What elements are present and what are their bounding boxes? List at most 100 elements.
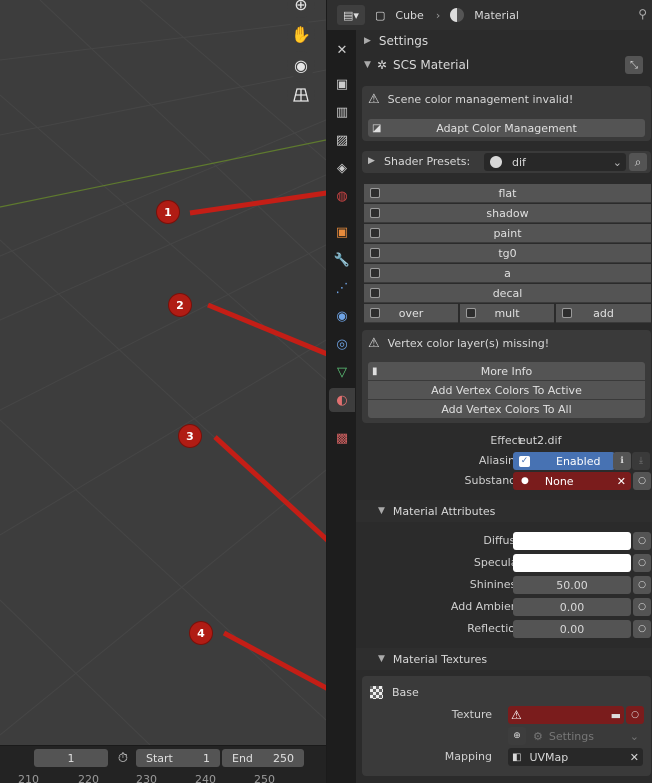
expand-arrow-icon[interactable]: ▶	[368, 156, 375, 166]
shininess-label: Shininess	[469, 578, 522, 591]
blend-over[interactable]: over	[364, 304, 458, 323]
scene-tab-icon[interactable]: ◈	[329, 156, 355, 180]
effect-value: eut2.dif	[519, 434, 562, 447]
keyframe-dot-icon[interactable]: ○	[633, 532, 651, 550]
view-layer-tab-icon[interactable]: ▨	[329, 128, 355, 152]
material-name[interactable]: Material	[474, 9, 519, 22]
shader-presets-row: ▶ Shader Presets: dif ⌄ ⌕	[362, 151, 651, 173]
flavor-shadow[interactable]: shadow	[364, 204, 651, 223]
scs-material-panel-header[interactable]: ▼ ✲ SCS Material ⤡	[356, 54, 652, 76]
perspective-grid-icon[interactable]	[287, 81, 315, 109]
tool-tab-icon[interactable]: ✕	[329, 38, 355, 62]
new-settings-icon[interactable]: ⊕	[508, 727, 526, 745]
ruler-tick: 250	[254, 773, 275, 783]
download-icon[interactable]: ⤓	[632, 452, 650, 470]
keyframe-dot-icon[interactable]: ○	[633, 554, 651, 572]
world-tab-icon[interactable]: ◍	[329, 184, 355, 208]
substance-field[interactable]: ● None ✕	[513, 472, 631, 490]
shader-presets-dropdown[interactable]: dif ⌄	[484, 153, 626, 171]
output-tab-icon[interactable]: ▥	[329, 100, 355, 124]
keyframe-dot-icon[interactable]: ○	[626, 706, 644, 724]
start-frame-field[interactable]: Start 1	[136, 749, 220, 767]
end-frame-field[interactable]: End 250	[222, 749, 304, 767]
flavor-checkbox[interactable]	[370, 248, 380, 258]
end-label: End	[232, 751, 253, 765]
keyframe-dot-icon[interactable]: ○	[633, 620, 651, 638]
blend-checkbox[interactable]	[370, 308, 380, 318]
blend-label: mult	[494, 306, 520, 320]
texture-path-field[interactable]: ⚠ ▬	[508, 706, 624, 724]
add-vertex-colors-active-button[interactable]: Add Vertex Colors To Active	[368, 381, 645, 399]
pan-hand-icon[interactable]: ✋	[287, 20, 315, 48]
diffuse-color-swatch[interactable]	[513, 532, 631, 550]
camera-icon[interactable]: ◉	[287, 51, 315, 79]
data-tab-icon[interactable]: ▽	[329, 360, 355, 384]
add-vertex-colors-all-button[interactable]: Add Vertex Colors To All	[368, 400, 645, 418]
blend-checkbox[interactable]	[562, 308, 572, 318]
physics-tab-icon[interactable]: ◉	[329, 304, 355, 328]
close-icon[interactable]: ✕	[617, 475, 626, 488]
current-frame-field[interactable]: 1	[34, 749, 108, 767]
keyframe-dot-icon[interactable]: ○	[633, 576, 651, 594]
shininess-field[interactable]: 50.00	[513, 576, 631, 594]
object-tab-icon[interactable]: ▣	[329, 220, 355, 244]
shader-sphere-icon	[490, 156, 502, 168]
flavor-a[interactable]: a	[364, 264, 651, 283]
aliasing-toggle[interactable]: ✓ Enabled	[513, 452, 615, 470]
flavor-label: shadow	[486, 206, 529, 220]
flavor-label: a	[504, 266, 511, 280]
flavor-checkbox[interactable]	[370, 228, 380, 238]
flavor-checkbox[interactable]	[370, 288, 380, 298]
error-icon: ⚠	[511, 708, 522, 722]
3d-viewport[interactable]: ⊕ ✋ ◉ 1 2 3 4	[0, 0, 326, 745]
modifier-tab-icon[interactable]: 🔧	[329, 248, 355, 272]
texture-settings-dropdown[interactable]: ⚙ Settings ⌄	[529, 727, 643, 745]
info-icon[interactable]: ℹ	[613, 452, 631, 470]
start-value: 1	[203, 751, 210, 765]
adapt-color-management-button[interactable]: ◪ Adapt Color Management	[368, 119, 645, 137]
constraints-tab-icon[interactable]: ◎	[329, 332, 355, 356]
properties-header: ▤▾ ▢ Cube › Material ⚲	[327, 0, 652, 30]
reflection-field[interactable]: 0.00	[513, 620, 631, 638]
object-name[interactable]: Cube	[395, 9, 423, 22]
vertex-colors-warning: Vertex color layer(s) missing!	[387, 337, 550, 350]
pin-icon[interactable]: ⚲	[638, 7, 647, 21]
flavor-checkbox[interactable]	[370, 268, 380, 278]
close-icon[interactable]: ✕	[630, 751, 639, 764]
material-tab-icon[interactable]: ◐	[329, 388, 355, 412]
more-info-button[interactable]: ▮ More Info	[368, 362, 645, 380]
material-textures-title: Material Textures	[392, 652, 488, 666]
flavor-checkbox[interactable]	[370, 208, 380, 218]
specular-color-swatch[interactable]	[513, 554, 631, 572]
mapping-field[interactable]: ◧ UVMap ✕	[508, 748, 643, 766]
properties-content: ▶ Settings ▼ ✲ SCS Material ⤡ ⚠ Scene co…	[356, 30, 652, 783]
settings-panel-header[interactable]: ▶ Settings	[356, 30, 652, 52]
ruler-tick: 210	[18, 773, 39, 783]
flavor-flat[interactable]: flat	[364, 184, 651, 203]
blend-add[interactable]: add	[556, 304, 651, 323]
flavor-tg0[interactable]: tg0	[364, 244, 651, 263]
substance-value: None	[544, 474, 574, 488]
texture-tab-icon[interactable]: ▩	[329, 426, 355, 450]
flavor-label: flat	[498, 186, 517, 200]
material-attributes-header[interactable]: ▼ Material Attributes	[356, 500, 652, 522]
stopwatch-icon[interactable]: ⏱	[114, 749, 132, 767]
flavor-checkbox[interactable]	[370, 188, 380, 198]
folder-icon[interactable]: ▬	[611, 709, 621, 722]
blend-checkbox[interactable]	[466, 308, 476, 318]
texture-label: Texture	[451, 708, 492, 721]
keyframe-dot-icon[interactable]: ○	[633, 598, 651, 616]
scs-tools-icon[interactable]: ⤡	[625, 56, 643, 74]
flavor-decal[interactable]: decal	[364, 284, 651, 303]
search-icon[interactable]: ⌕	[629, 153, 647, 171]
start-label: Start	[146, 751, 173, 765]
blend-mult[interactable]: mult	[460, 304, 554, 323]
editor-type-icon[interactable]: ▤▾	[337, 5, 365, 25]
particles-tab-icon[interactable]: ⋰	[329, 276, 355, 300]
add-ambient-field[interactable]: 0.00	[513, 598, 631, 616]
render-tab-icon[interactable]: ▣	[329, 72, 355, 96]
keyframe-dot-icon[interactable]: ○	[633, 472, 651, 490]
material-textures-header[interactable]: ▼ Material Textures	[356, 648, 652, 670]
collapse-arrow-icon: ▼	[364, 60, 371, 70]
flavor-paint[interactable]: paint	[364, 224, 651, 243]
